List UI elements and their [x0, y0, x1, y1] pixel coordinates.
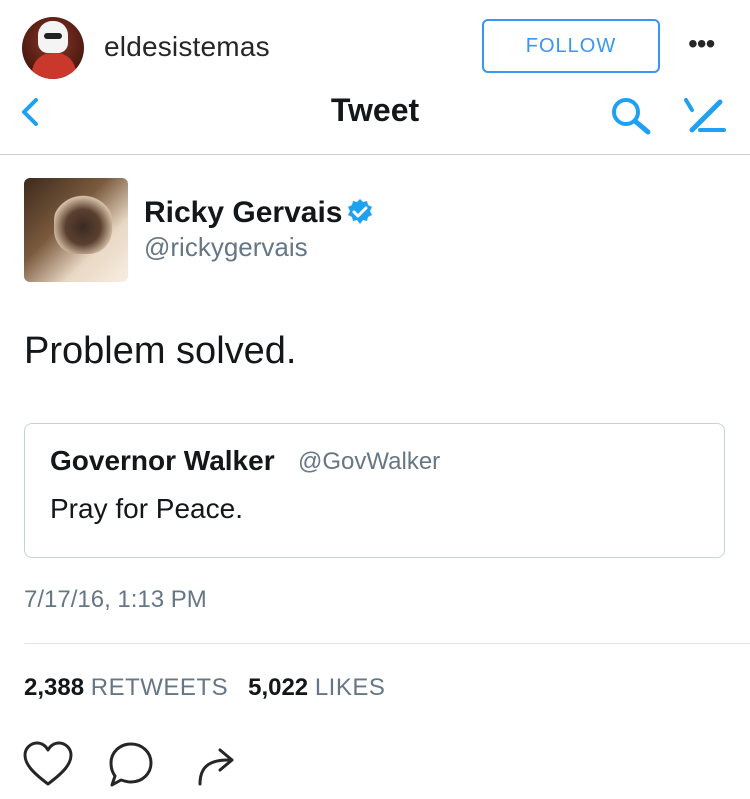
username-link[interactable]: eldesistemas	[104, 31, 270, 63]
avatar-cat	[54, 194, 112, 254]
tweet-timestamp: 7/17/16, 1:13 PM	[24, 586, 207, 613]
tweet-text: Problem solved.	[24, 330, 297, 372]
avatar-visor	[44, 33, 62, 39]
likes-label: LIKES	[314, 674, 386, 701]
retweets-label: RETWEETS	[90, 674, 229, 701]
quoted-author-name: Governor Walker	[50, 445, 275, 476]
avatar-figure-body	[32, 53, 76, 79]
quoted-tweet-card	[24, 423, 725, 558]
quoted-tweet-text: Pray for Peace.	[50, 493, 243, 524]
compose-icon	[682, 96, 728, 141]
verified-badge-icon	[346, 198, 374, 231]
tweet-divider	[24, 643, 750, 644]
more-options-icon[interactable]: •••	[688, 28, 715, 60]
quoted-author-handle: @GovWalker	[298, 448, 441, 475]
nav-divider	[0, 154, 750, 155]
tweet-stats: 2,388 RETWEETS 5,022 LIKES	[24, 674, 385, 702]
follow-button[interactable]: FOLLOW	[482, 19, 660, 73]
heart-icon[interactable]	[22, 740, 74, 795]
tweet-author-name: Ricky Gervais	[144, 196, 343, 229]
retweets-count: 2,388	[24, 674, 85, 701]
tweet-author-avatar	[24, 178, 128, 282]
share-icon[interactable]	[192, 740, 242, 795]
avatar[interactable]	[22, 17, 84, 79]
likes-count: 5,022	[248, 674, 309, 701]
tweet-author-handle: @rickygervais	[144, 232, 308, 262]
comment-icon[interactable]	[106, 740, 156, 795]
search-icon	[610, 96, 654, 141]
